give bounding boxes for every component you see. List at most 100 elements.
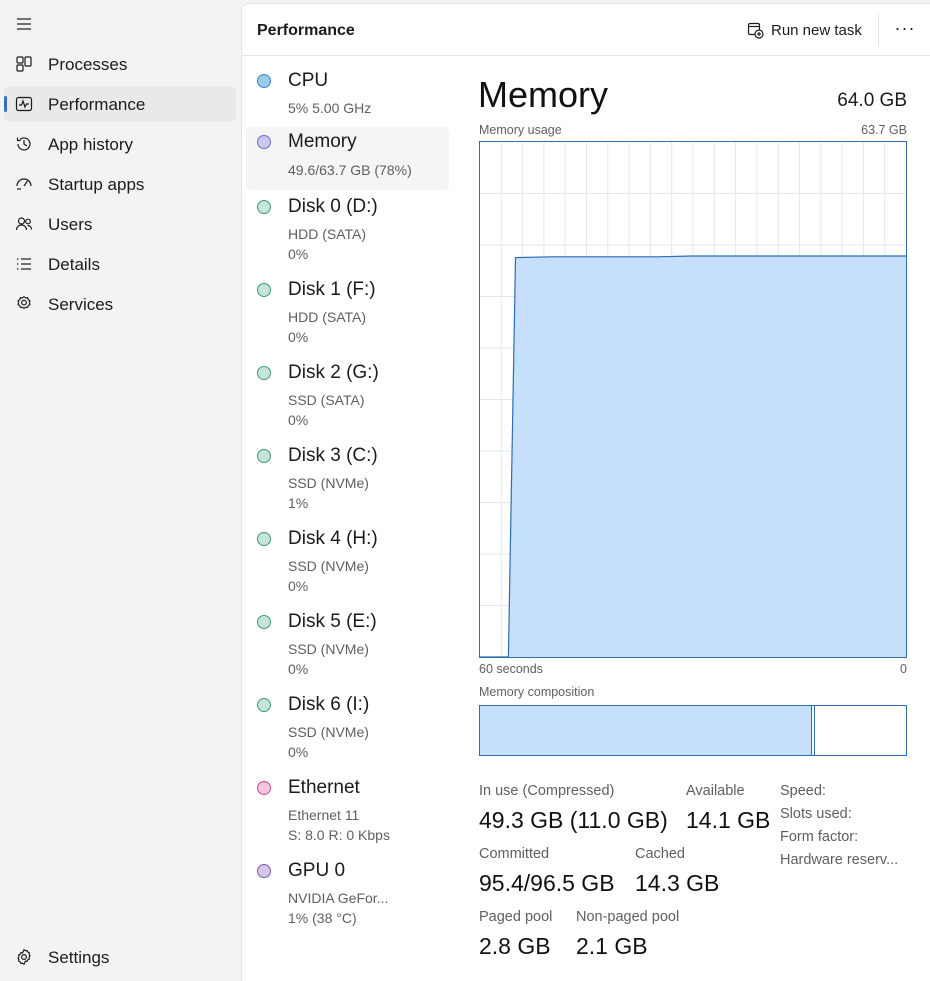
disk-dot-icon [257,532,271,546]
resource-name: Memory [288,131,357,152]
nav-label-settings: Settings [48,948,110,967]
available-value: 14.1 GB [686,807,771,833]
more-options-button[interactable]: ··· [890,18,920,42]
resource-detail: HDD (SATA) [288,226,367,242]
resource-usage: 0% [288,661,309,677]
nav-item-details[interactable]: Details [4,246,236,282]
resource-name: Disk 4 (H:) [288,528,378,549]
app-history-icon [15,135,33,153]
resource-detail: HDD (SATA) [288,309,367,325]
resource-usage: 0% [288,329,309,345]
resource-name: Disk 6 (I:) [288,694,370,715]
ethernet-dot-icon [257,781,271,795]
disk-dot-icon [257,283,271,297]
run-new-task-label: Run new task [771,21,862,39]
users-icon [15,215,33,233]
resource-disk-6[interactable]: Disk 6 (I:) SSD (NVMe) 0% [246,690,449,770]
resource-usage: S: 8.0 R: 0 Kbps [288,827,390,843]
resource-disk-4[interactable]: Disk 4 (H:) SSD (NVMe) 0% [246,524,449,604]
resource-name: Disk 5 (E:) [288,611,377,632]
resource-name: Ethernet [288,777,360,798]
resource-detail: SSD (NVMe) [288,724,369,740]
nav-label-performance: Performance [48,95,146,114]
nav-item-app-history[interactable]: App history [4,126,236,162]
resource-gpu-0[interactable]: GPU 0 NVIDIA GeFor... 1% (38 °C) [246,856,449,936]
nav-label-app-history: App history [48,135,134,154]
committed-value: 95.4/96.5 GB [479,870,615,896]
services-icon [15,295,33,313]
nav-item-services[interactable]: Services [4,286,236,322]
disk-dot-icon [257,449,271,463]
disk-dot-icon [257,615,271,629]
nonpaged-pool-value: 2.1 GB [576,933,648,959]
resource-usage: 1% (38 °C) [288,910,357,926]
page-header: Performance Run new task ··· [242,4,930,56]
in-use-label: In use (Compressed) [479,783,615,799]
settings-gear-icon [15,948,33,966]
resource-usage: 1% [288,495,309,511]
available-label: Available [686,783,745,799]
composition-in-use [480,706,812,755]
nav-item-processes[interactable]: Processes [4,46,236,82]
memory-usage-chart [480,142,906,657]
hardware-reserved-label: Hardware reserv... [780,852,899,868]
nav-item-performance[interactable]: Performance [4,86,236,122]
resource-name: CPU [288,70,329,91]
resource-disk-3[interactable]: Disk 3 (C:) SSD (NVMe) 1% [246,441,449,521]
nav-label-users: Users [48,215,93,234]
resource-disk-0[interactable]: Disk 0 (D:) HDD (SATA) 0% [246,192,449,272]
cached-value: 14.3 GB [635,870,720,896]
resource-usage: 0% [288,578,309,594]
main-pane: Performance Run new task ··· CPU 5% 5.00… [241,3,930,981]
form-factor-label: Form factor: [780,829,859,845]
nav-item-settings[interactable]: Settings [4,939,236,975]
hamburger-menu-icon[interactable] [14,14,34,34]
processes-icon [15,55,33,73]
gpu-dot-icon [257,864,271,878]
resource-cpu[interactable]: CPU 5% 5.00 GHz [246,66,449,126]
resource-detail: Ethernet 11 [288,807,360,823]
nav-item-startup-apps[interactable]: Startup apps [4,166,236,202]
resource-name: Disk 2 (G:) [288,362,379,383]
resource-disk-1[interactable]: Disk 1 (F:) HDD (SATA) 0% [246,275,449,355]
memory-usage-graph [479,141,907,658]
paged-pool-value: 2.8 GB [479,933,551,959]
resource-usage: 0% [288,246,309,262]
resource-name: GPU 0 [288,860,346,881]
performance-icon [15,95,33,113]
details-icon [15,255,33,273]
resource-usage: 0% [288,744,309,760]
memory-usage-label: Memory usage [479,123,562,137]
graph-time-left: 60 seconds [479,662,543,676]
memory-composition-bar [479,705,907,756]
resource-disk-5[interactable]: Disk 5 (E:) SSD (NVMe) 0% [246,607,449,687]
nav-label-startup-apps: Startup apps [48,175,145,194]
memory-total: 64.0 GB [837,90,907,111]
cpu-dot-icon [257,74,271,88]
memory-usage-area [480,256,906,657]
resource-disk-2[interactable]: Disk 2 (G:) SSD (SATA) 0% [246,358,449,438]
run-new-task-button[interactable]: Run new task [747,16,862,44]
speed-label: Speed: [780,783,826,799]
selection-indicator [4,96,7,112]
memory-composition-label: Memory composition [479,685,595,699]
resource-memory[interactable]: Memory 49.6/63.7 GB (78%) [246,127,449,190]
resource-detail: 49.6/63.7 GB (78%) [288,162,412,178]
graph-time-right: 0 [900,662,907,676]
resource-detail: SSD (NVMe) [288,475,369,491]
committed-label: Committed [479,846,550,862]
run-task-icon [747,22,764,39]
resource-detail: SSD (NVMe) [288,558,369,574]
startup-apps-icon [15,175,33,193]
nav-label-processes: Processes [48,55,128,74]
slots-used-label: Slots used: [780,806,852,822]
resource-name: Disk 3 (C:) [288,445,378,466]
resource-detail: NVIDIA GeFor... [288,890,389,906]
nav-item-users[interactable]: Users [4,206,236,242]
resource-name: Disk 0 (D:) [288,196,378,217]
composition-modified [814,706,815,755]
resource-detail: 5% 5.00 GHz [288,100,372,116]
disk-dot-icon [257,698,271,712]
disk-dot-icon [257,200,271,214]
resource-ethernet[interactable]: Ethernet Ethernet 11 S: 8.0 R: 0 Kbps [246,773,449,853]
